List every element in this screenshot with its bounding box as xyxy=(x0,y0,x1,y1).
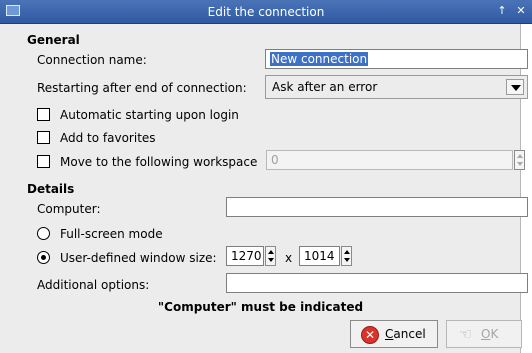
width-spin-buttons[interactable] xyxy=(265,246,276,266)
additional-options-input[interactable] xyxy=(226,273,528,293)
dialog-body: General Connection name: New connection … xyxy=(0,24,528,353)
ok-button[interactable]: ☜ OK xyxy=(446,320,522,348)
height-input[interactable]: 1014 xyxy=(299,246,340,266)
times-sign: x xyxy=(285,251,293,265)
computer-label: Computer: xyxy=(37,202,101,216)
ok-label: K xyxy=(490,327,499,341)
validation-warning: "Computer" must be indicated xyxy=(157,300,364,314)
custom-size-radio[interactable] xyxy=(37,251,50,264)
favorites-label: Add to favorites xyxy=(60,131,156,145)
workspace-spin-buttons[interactable] xyxy=(514,150,525,170)
chevron-down-icon[interactable] xyxy=(506,79,524,95)
auto-start-checkbox[interactable] xyxy=(37,108,50,121)
fullscreen-label: Full-screen mode xyxy=(60,227,163,241)
workspace-label: Move to the following workspace xyxy=(60,155,258,169)
cancel-label: ancel xyxy=(393,327,426,341)
pin-icon[interactable]: ↑ xyxy=(494,3,510,19)
additional-options-label: Additional options: xyxy=(37,278,150,292)
connection-name-label: Connection name: xyxy=(37,53,147,67)
favorites-checkbox[interactable] xyxy=(37,131,50,144)
auto-start-label: Automatic starting upon login xyxy=(60,108,239,122)
fullscreen-radio[interactable] xyxy=(37,227,50,240)
cancel-icon: ✕ xyxy=(361,326,379,344)
title-bar: Edit the connection ↑ ✕ xyxy=(0,0,532,24)
general-heading: General xyxy=(27,33,80,47)
restart-select[interactable]: Ask after an error xyxy=(265,75,528,99)
ok-icon: ☜ xyxy=(459,325,473,343)
close-icon[interactable]: ✕ xyxy=(513,3,529,19)
details-heading: Details xyxy=(27,182,75,196)
restart-select-value: Ask after an error xyxy=(272,80,378,94)
cancel-button[interactable]: ✕ Cancel xyxy=(350,320,438,348)
restart-label: Restarting after end of connection: xyxy=(37,81,247,95)
height-spin-buttons[interactable] xyxy=(341,246,352,266)
custom-size-label: User-defined window size: xyxy=(60,251,217,265)
workspace-input[interactable]: 0 xyxy=(266,150,513,170)
connection-name-value: New connection xyxy=(270,52,369,66)
workspace-checkbox[interactable] xyxy=(37,155,50,168)
window-title: Edit the connection xyxy=(207,5,325,19)
computer-input[interactable] xyxy=(226,197,528,217)
width-input[interactable]: 1270 xyxy=(226,246,264,266)
connection-name-input[interactable]: New connection xyxy=(265,49,528,69)
